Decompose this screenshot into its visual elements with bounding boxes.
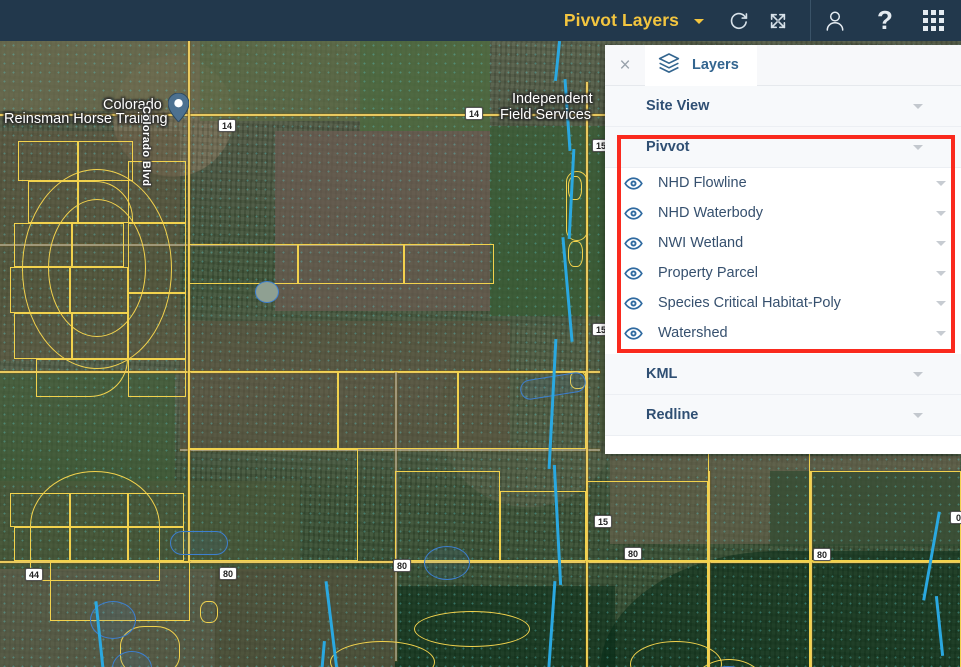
help-glyph: ? (877, 7, 893, 33)
section-redline[interactable]: Redline (605, 395, 961, 436)
layer-item-nhd-waterbody[interactable]: NHD Waterbody (605, 198, 961, 228)
close-icon[interactable]: × (605, 45, 645, 86)
eye-icon[interactable] (624, 204, 643, 223)
property-parcel (298, 244, 404, 284)
layer-item-nhd-flowline[interactable]: NHD Flowline (605, 168, 961, 198)
property-parcel (188, 244, 298, 284)
application-root: 14 14 15 15 15 44 80 80 80 80 0 Colorado… (0, 0, 961, 667)
property-parcel (404, 244, 494, 284)
route-shield: 44 (25, 568, 43, 581)
layers-panel-header: × Layers (605, 45, 961, 86)
property-parcel (708, 451, 810, 561)
poi-label: Independent (512, 91, 593, 108)
nhd-waterbody (255, 281, 279, 303)
apps-grid-icon[interactable] (913, 0, 953, 41)
property-parcel (500, 491, 586, 561)
eye-icon[interactable] (624, 234, 643, 253)
route-shield: 80 (219, 567, 237, 580)
user-icon[interactable] (815, 0, 855, 41)
property-parcel (414, 611, 530, 647)
layer-label: Species Critical Habitat-Poly (658, 295, 841, 311)
fullscreen-icon[interactable] (758, 0, 798, 41)
refresh-icon[interactable] (718, 0, 758, 41)
apps-grid-glyph (923, 10, 944, 31)
property-parcel (128, 359, 186, 397)
property-parcel (708, 561, 810, 667)
chevron-down-icon[interactable] (936, 211, 946, 216)
top-header-bar: Pivvot Layers (0, 0, 961, 41)
section-site-view-label: Site View (646, 98, 709, 114)
layer-label: NWI Wetland (658, 235, 743, 251)
chevron-down-icon[interactable] (913, 372, 923, 377)
page-title: Pivvot Layers (564, 10, 681, 31)
chevron-down-icon[interactable] (936, 301, 946, 306)
section-kml[interactable]: KML (605, 354, 961, 395)
property-parcel-curve (48, 199, 146, 337)
chevron-down-icon[interactable] (936, 241, 946, 246)
eye-icon[interactable] (624, 174, 643, 193)
layer-item-nwi-wetland[interactable]: NWI Wetland (605, 228, 961, 258)
chevron-down-icon[interactable] (694, 19, 704, 24)
layer-label: Property Parcel (658, 265, 758, 281)
chevron-down-icon[interactable] (913, 145, 923, 150)
route-shield: 80 (813, 548, 831, 561)
nwi-wetland (424, 546, 470, 580)
chevron-down-icon[interactable] (913, 104, 923, 109)
tab-layers-label: Layers (692, 57, 739, 73)
layer-label: NHD Flowline (658, 175, 747, 191)
section-kml-label: KML (646, 366, 677, 382)
property-parcel (188, 371, 338, 449)
header-divider (810, 0, 811, 41)
tab-layers[interactable]: Layers (645, 45, 757, 86)
layer-item-species-critical-habitat-poly[interactable]: Species Critical Habitat-Poly (605, 288, 961, 318)
property-parcel (568, 241, 583, 267)
section-pivvot-label: Pivvot (646, 139, 690, 155)
chevron-down-icon[interactable] (936, 331, 946, 336)
eye-icon[interactable] (624, 264, 643, 283)
layers-panel: × Layers Site View Pivvot (605, 45, 961, 454)
eye-icon[interactable] (624, 294, 643, 313)
route-shield: 80 (393, 559, 411, 572)
section-pivvot[interactable]: Pivvot (605, 127, 961, 168)
panel-footer-spacer (605, 436, 961, 454)
property-parcel (338, 371, 458, 449)
header-icon-group: ? (718, 0, 961, 41)
layer-item-watershed[interactable]: Watershed (605, 318, 961, 348)
nwi-wetland (170, 531, 228, 555)
help-icon[interactable]: ? (865, 0, 905, 41)
layer-label: Watershed (658, 325, 728, 341)
route-shield: 14 (465, 107, 483, 120)
route-shield: 15 (594, 515, 612, 528)
route-shield: 0 (950, 511, 961, 524)
property-parcel (200, 601, 218, 623)
chevron-down-icon[interactable] (936, 181, 946, 186)
layer-label: NHD Waterbody (658, 205, 763, 221)
map-pin-icon[interactable] (168, 93, 189, 122)
poi-label: Field Services (500, 107, 591, 124)
chevron-down-icon[interactable] (936, 271, 946, 276)
section-site-view[interactable]: Site View (605, 86, 961, 127)
eye-icon[interactable] (624, 324, 643, 343)
layer-item-property-parcel[interactable]: Property Parcel (605, 258, 961, 288)
chevron-down-icon[interactable] (913, 413, 923, 418)
street-label: Colorado Blvd (140, 106, 152, 186)
section-redline-label: Redline (646, 407, 698, 423)
route-shield: 14 (218, 119, 236, 132)
layers-stack-icon (657, 51, 681, 80)
route-shield: 80 (624, 547, 642, 560)
